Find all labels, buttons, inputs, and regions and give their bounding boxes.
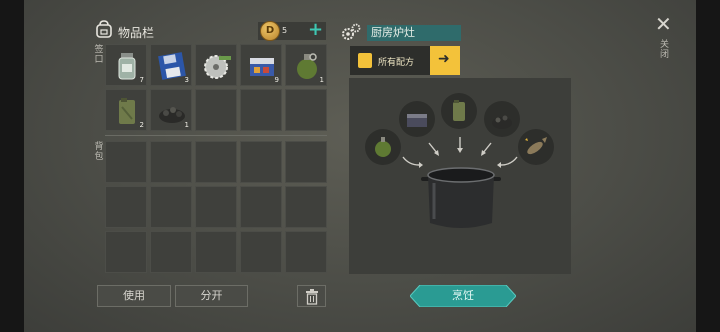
jerry-can-icon [453, 100, 465, 121]
inventory-slot[interactable] [285, 89, 327, 131]
right-letterbox [696, 0, 720, 332]
slot-count: 7 [139, 76, 144, 84]
cook-button[interactable]: 烹饪 [410, 285, 516, 307]
ingredient-slot[interactable] [484, 101, 520, 137]
recipes-selector[interactable]: 所有配方 ➜ [350, 46, 460, 75]
coal-pile-icon [159, 107, 185, 123]
coin-icon: D [260, 21, 280, 41]
ingredient-slot[interactable] [441, 93, 477, 129]
fish-icon [525, 137, 547, 155]
close-label[interactable]: 关闭 [660, 40, 670, 60]
trash-button[interactable] [297, 285, 326, 307]
close-icon[interactable]: ✕ [655, 14, 672, 34]
inventory-slot[interactable] [105, 141, 147, 183]
recipe-book-icon [358, 53, 372, 68]
inventory-slot[interactable] [240, 141, 282, 183]
coin-count: 5 [282, 26, 288, 35]
inventory-title: 物品栏 [118, 26, 155, 40]
inventory-slot[interactable] [240, 89, 282, 131]
jerry-can-icon [119, 98, 135, 124]
add-coins-button[interactable]: + [308, 20, 323, 40]
grenade-icon [375, 137, 391, 157]
floppy-disk-icon [158, 52, 186, 80]
slot-count: 2 [139, 121, 144, 129]
recipes-next-button[interactable]: ➜ [430, 46, 460, 75]
section-divider [105, 135, 327, 136]
gears-icon [342, 23, 361, 40]
split-button[interactable]: 分开 [175, 285, 248, 307]
inventory-slot[interactable] [150, 141, 192, 183]
cooking-pot-icon [421, 167, 501, 228]
inventory-slot[interactable] [195, 231, 237, 273]
inventory-slot[interactable] [240, 231, 282, 273]
backpack-grid [105, 141, 327, 273]
quick-slots-grid: 7 3 9 1 2 1 [105, 44, 327, 131]
inventory-slot[interactable]: 2 [105, 89, 147, 131]
glass-jar-icon [118, 53, 136, 80]
inventory-slot[interactable] [195, 44, 237, 86]
inventory-slot[interactable] [105, 231, 147, 273]
left-letterbox [0, 0, 24, 332]
inventory-slot[interactable] [195, 89, 237, 131]
inventory-slot[interactable] [285, 231, 327, 273]
inventory-slot[interactable] [150, 231, 192, 273]
inventory-slot[interactable]: 7 [105, 44, 147, 86]
inventory-slot[interactable] [285, 141, 327, 183]
inventory-slot[interactable] [105, 186, 147, 228]
cook-label: 烹饪 [452, 289, 474, 302]
inventory-slot[interactable]: 1 [150, 89, 192, 131]
inventory-slot[interactable]: 1 [285, 44, 327, 86]
backpack-label: 背包 [94, 142, 104, 162]
backpack-icon [96, 20, 112, 38]
inventory-slot[interactable] [150, 186, 192, 228]
ingredient-slot[interactable] [399, 101, 435, 137]
inventory-slot[interactable]: 9 [240, 44, 282, 86]
use-button[interactable]: 使用 [97, 285, 171, 307]
slot-count: 1 [319, 76, 324, 84]
slot-count: 9 [274, 76, 279, 84]
inventory-slot[interactable] [240, 186, 282, 228]
trash-icon [305, 289, 318, 305]
slot-count: 1 [184, 121, 189, 129]
arrow-right-icon: ➜ [438, 51, 450, 67]
saw-blade-icon [204, 55, 231, 79]
grenade-icon [297, 53, 317, 79]
station-name: 厨房炉灶 [367, 25, 461, 41]
recipes-label: 所有配方 [378, 58, 415, 68]
battery-box-icon [407, 114, 427, 127]
inventory-slot[interactable] [285, 186, 327, 228]
battery-box-icon [250, 58, 274, 76]
quick-slots-label: 签口 [94, 45, 104, 65]
inventory-slot[interactable]: 3 [150, 44, 192, 86]
coal-pile-icon [492, 115, 512, 129]
inventory-slot[interactable] [195, 141, 237, 183]
inventory-slot[interactable] [195, 186, 237, 228]
slot-count: 3 [184, 76, 189, 84]
